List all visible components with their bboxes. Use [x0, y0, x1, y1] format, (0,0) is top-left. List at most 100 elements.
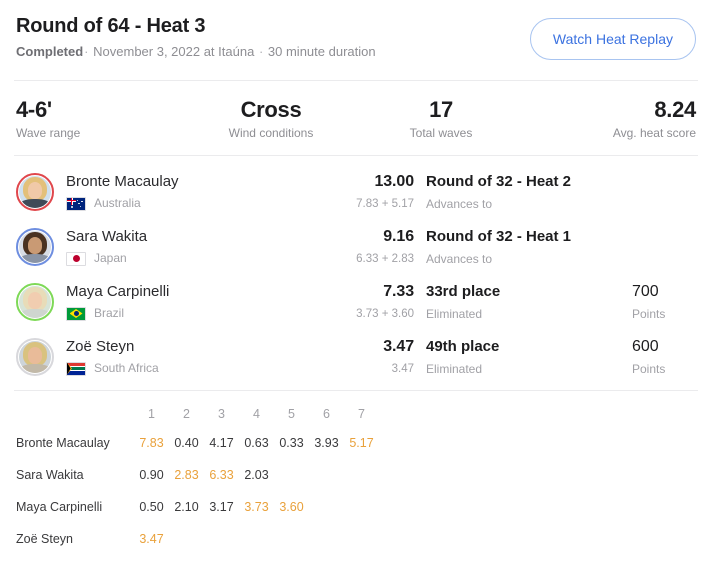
wave-score-cell: 6.33: [209, 468, 234, 482]
heat-header-text: Round of 64 - Heat 3 Completed· November…: [16, 12, 376, 60]
wave-table-row: Bronte Macaulay 7.83 0.40 4.17 0.63 0.33 3.93 5…: [16, 427, 696, 459]
athlete-nationality: Brazil: [66, 306, 284, 321]
heat-results-page: Round of 64 - Heat 3 Completed· November…: [0, 0, 712, 571]
wave-score-cell: 3.60: [279, 500, 304, 514]
heat-header: Round of 64 - Heat 3 Completed· November…: [0, 0, 712, 60]
wave-score-cell: 5.17: [349, 436, 374, 450]
stat-wave-range: 4-6' Wave range: [16, 97, 186, 141]
stat-total-waves: 17 Total waves: [356, 97, 526, 141]
athlete-nationality: South Africa: [66, 361, 284, 376]
wave-score-cell: [344, 523, 379, 555]
athlete-progression: 49th place Eliminated: [426, 337, 612, 377]
progression-status: Advances to: [426, 251, 493, 266]
wave-score-cell: 3.17: [209, 500, 234, 514]
athlete-name: Zoë Steyn: [66, 338, 135, 355]
athlete-nationality: Japan: [66, 251, 284, 266]
wave-table-row: Maya Carpinelli 0.50 2.10 3.17 3.73 3.60: [16, 491, 696, 523]
avatar: [16, 227, 54, 266]
wave-score-cell: 7.83: [139, 436, 164, 450]
stat-value: 17: [429, 97, 453, 122]
athlete-score: 13.00 7.83 + 5.17: [284, 172, 426, 212]
avatar: [16, 172, 54, 211]
wave-score-cell: 2.10: [174, 500, 199, 514]
wave-score-cell: [309, 491, 344, 523]
wave-score-cell: 0.50: [139, 500, 164, 514]
athlete-row[interactable]: Sara Wakita Japan 9.16 6.33 + 2.83 Round of …: [16, 219, 696, 274]
page-title: Round of 64 - Heat 3: [16, 15, 206, 37]
status-badge: Completed: [16, 44, 84, 59]
athlete-progression: Round of 32 - Heat 1 Advances to: [426, 227, 612, 267]
wave-score-cell: [309, 459, 344, 491]
progression-status: Advances to: [426, 196, 493, 211]
wave-column-header: 7: [358, 407, 365, 421]
score-breakdown: 3.73 + 3.60: [356, 307, 414, 320]
wave-column-header: 3: [218, 407, 225, 421]
score-breakdown: 6.33 + 2.83: [356, 252, 414, 265]
progression-title: Round of 32 - Heat 1: [426, 227, 572, 245]
wave-score-cell: 0.40: [174, 436, 199, 450]
flag-south-africa: [66, 361, 86, 376]
points-value: 600: [632, 337, 659, 355]
athlete-points: [612, 244, 696, 249]
athlete-score: 9.16 6.33 + 2.83: [284, 227, 426, 267]
avatar: [16, 282, 54, 321]
athlete-row[interactable]: Maya Carpinelli Brazil 7.33 3.73 + 3.60 33rd…: [16, 274, 696, 329]
athlete-progression: Round of 32 - Heat 2 Advances to: [426, 172, 612, 212]
wave-column-header: 5: [288, 407, 295, 421]
athlete-row[interactable]: Bronte Macaulay Australia 13.00 7.83 + 5.17…: [16, 164, 696, 219]
stat-value: 4-6': [16, 97, 52, 122]
watch-heat-replay-button[interactable]: Watch Heat Replay: [529, 18, 696, 60]
wave-score-cell: 2.03: [244, 468, 269, 482]
athlete-results-list: Bronte Macaulay Australia 13.00 7.83 + 5.17…: [0, 156, 712, 390]
wave-score-cell: 0.33: [279, 436, 304, 450]
wave-score-cell: 0.63: [244, 436, 269, 450]
avatar-image: [19, 230, 51, 263]
athlete-identity: Bronte Macaulay Australia: [54, 172, 284, 211]
wave-row-spacer: [379, 523, 696, 555]
points-value: 700: [632, 282, 659, 300]
athlete-progression: 33rd place Eliminated: [426, 282, 612, 322]
heat-stats: 4-6' Wave range Cross Wind conditions 17…: [0, 81, 712, 155]
athlete-name: Sara Wakita: [66, 228, 148, 245]
progression-status: Eliminated: [426, 306, 483, 321]
athlete-score: 3.47 3.47: [284, 337, 426, 377]
wave-row-athlete-name: Sara Wakita: [16, 468, 84, 482]
heat-total-score: 13.00: [374, 172, 414, 190]
wave-score-cell: [204, 523, 239, 555]
heat-date-location: November 3, 2022 at Itaúna: [93, 44, 255, 59]
points-label: Points: [632, 361, 666, 376]
athlete-points: 700 Points: [612, 282, 696, 322]
stat-value: 8.24: [654, 97, 696, 122]
wave-score-cell: 0.90: [139, 468, 164, 482]
stat-value: Cross: [240, 97, 302, 122]
flag-brazil: [66, 306, 86, 321]
heat-total-score: 7.33: [383, 282, 414, 300]
athlete-identity: Maya Carpinelli Brazil: [54, 282, 284, 321]
avatar-image: [19, 340, 51, 373]
athlete-points: 600 Points: [612, 337, 696, 377]
stat-label: Wave range: [16, 126, 81, 140]
wave-scores-section: 1 2 3 4 5 6 7 Bronte Macaulay 7.83 0.40 4.17 0.63 0…: [0, 391, 712, 555]
wave-score-cell: 3.73: [244, 500, 269, 514]
wave-score-cell: [344, 491, 379, 523]
wave-score-cell: [274, 523, 309, 555]
wave-column-header: 6: [323, 407, 330, 421]
heat-meta: Completed· November 3, 2022 at Itaúna · …: [16, 44, 376, 60]
avatar-image: [19, 285, 51, 318]
wave-row-athlete-name: Maya Carpinelli: [16, 500, 103, 514]
wave-score-cell: 3.93: [314, 436, 339, 450]
wave-score-cell: [309, 523, 344, 555]
wave-table-row: Sara Wakita 0.90 2.83 6.33 2.03: [16, 459, 696, 491]
avatar: [16, 337, 54, 376]
wave-table-name-header: [16, 401, 134, 427]
athlete-row[interactable]: Zoë Steyn South Africa 3.47 3.47 49th place E…: [16, 329, 696, 384]
stat-label: Wind conditions: [228, 126, 314, 140]
athlete-identity: Zoë Steyn South Africa: [54, 337, 284, 376]
flag-australia: [66, 196, 86, 211]
meta-separator-1: ·: [84, 44, 89, 59]
athlete-name: Bronte Macaulay: [66, 173, 179, 190]
athlete-nationality: Australia: [66, 196, 284, 211]
score-breakdown: 7.83 + 5.17: [356, 197, 414, 210]
progression-status: Eliminated: [426, 361, 483, 376]
wave-column-header: 4: [253, 407, 260, 421]
